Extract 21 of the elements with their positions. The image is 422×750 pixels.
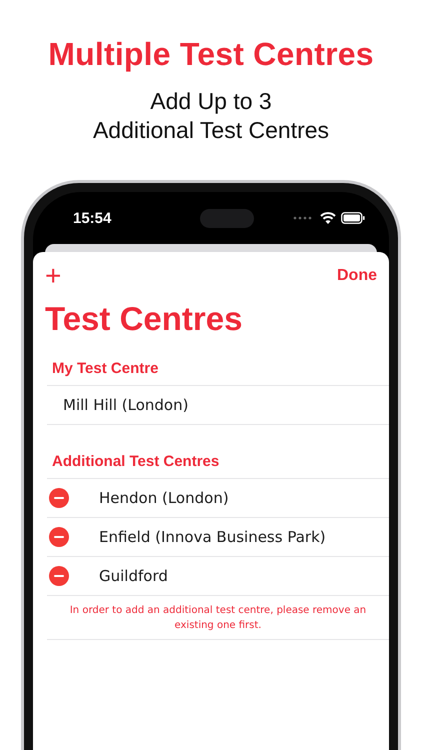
- subtitle: Add Up to 3: [149, 87, 273, 116]
- section-header: My Test Centre: [52, 360, 160, 377]
- list-row-label[interactable]: Hendon (London): [99, 489, 229, 507]
- delete-icon[interactable]: [49, 527, 69, 547]
- status-time: 15:54: [73, 210, 112, 226]
- list-row-label[interactable]: Guildford: [99, 567, 168, 585]
- subtitle: Additional Test Centres: [92, 116, 330, 145]
- signal-icon: [293, 216, 313, 220]
- list-row-label[interactable]: Enfield (Innova Business Park): [99, 528, 326, 546]
- page-title: Test Centres: [45, 300, 244, 338]
- wifi-icon: [320, 212, 336, 224]
- delete-icon[interactable]: [49, 566, 69, 586]
- done-button[interactable]: Done: [337, 267, 377, 285]
- headline: Multiple Test Centres: [48, 36, 374, 73]
- list-row[interactable]: Mill Hill (London): [47, 386, 389, 425]
- footer-note: In order to add an additional test centre, please remove an existing one first.: [47, 596, 389, 640]
- dynamic-island: [200, 208, 254, 228]
- battery-icon: [341, 212, 365, 224]
- section-header: Additional Test Centres: [52, 453, 220, 470]
- delete-icon[interactable]: [49, 488, 69, 508]
- add-button[interactable]: +: [45, 262, 62, 290]
